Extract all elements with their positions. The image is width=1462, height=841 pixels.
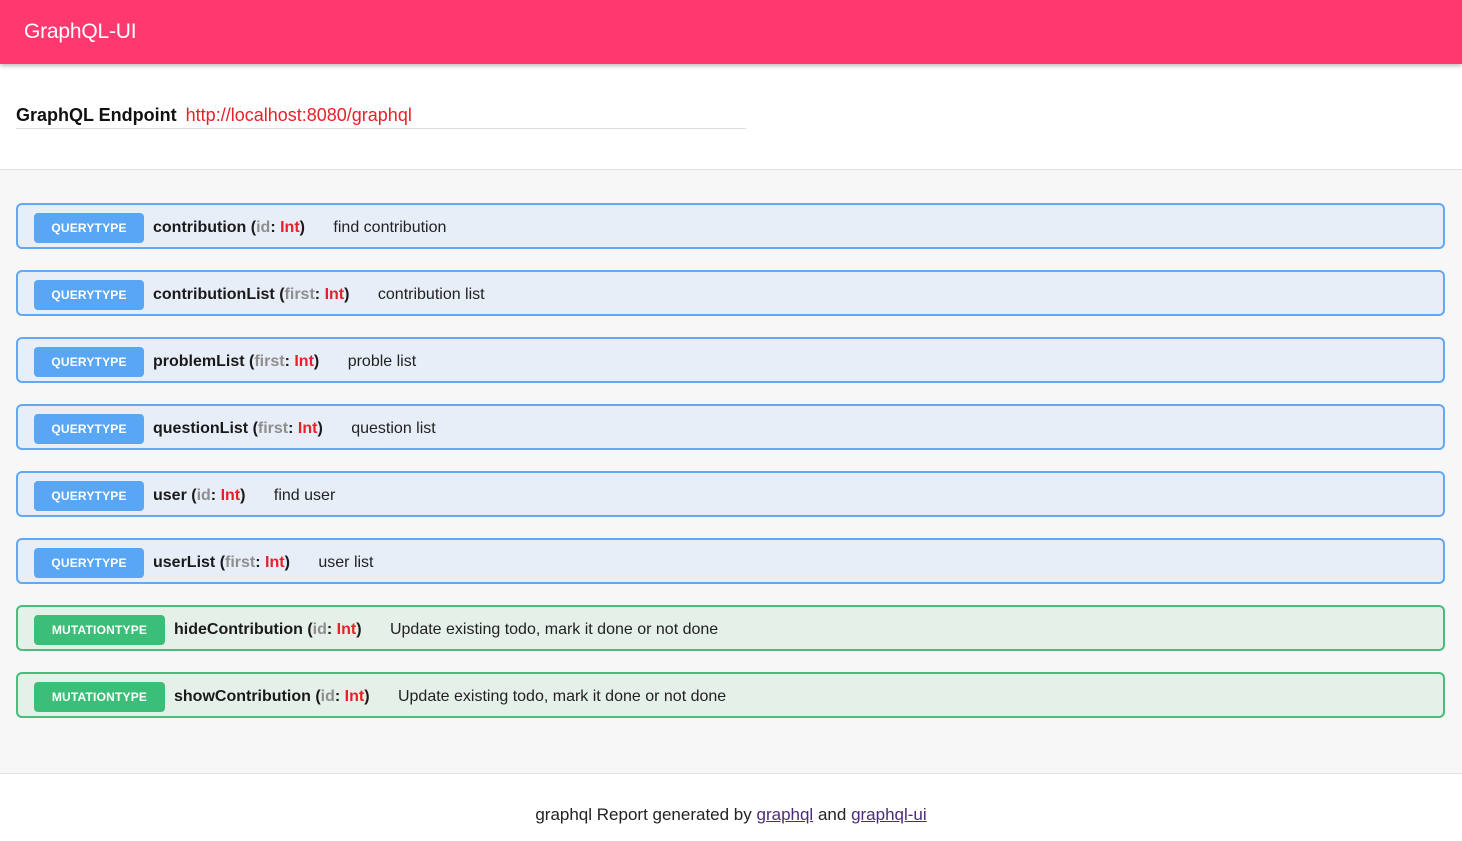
operation-kind-badge: QUERYTYPE (34, 548, 144, 578)
operation-signature: userList (first: Int) user list (153, 554, 374, 571)
operation-description: find user (273, 487, 336, 504)
operation-description: user list (318, 554, 374, 571)
operation-name: user (153, 487, 187, 504)
operation-row[interactable]: QUERYTYPE user (id: Int) find user (16, 471, 1445, 517)
operation-name: contributionList (153, 286, 275, 303)
operation-arg: first (225, 554, 256, 571)
operation-row[interactable]: QUERYTYPE problemList (first: Int) probl… (16, 337, 1445, 383)
operation-description: Update existing todo, mark it done or no… (389, 621, 719, 638)
operation-row[interactable]: QUERYTYPE questionList (first: Int) ques… (16, 404, 1445, 450)
operation-name: userList (153, 554, 216, 571)
operation-arg: first (284, 286, 315, 303)
graphql-ui-link[interactable]: graphql-ui (851, 805, 927, 824)
operation-row[interactable]: MUTATIONTYPE showContribution (id: Int) … (16, 672, 1445, 718)
operation-name: hideContribution (174, 621, 303, 638)
operation-name: showContribution (174, 688, 311, 705)
operation-kind-badge: QUERYTYPE (34, 213, 144, 243)
operation-row[interactable]: QUERYTYPE userList (first: Int) user lis… (16, 538, 1445, 584)
operation-name: problemList (153, 353, 245, 370)
operation-arg-type: Int (294, 353, 314, 370)
operation-arg-type: Int (324, 286, 345, 303)
operation-description: proble list (347, 353, 417, 370)
operation-description: Update existing todo, mark it done or no… (397, 688, 727, 705)
operation-signature: user (id: Int) find user (153, 487, 336, 504)
app-title: GraphQL-UI (24, 20, 137, 43)
operation-signature: questionList (first: Int) question list (153, 420, 436, 437)
operation-arg: id (256, 219, 271, 236)
operation-kind-badge: QUERYTYPE (34, 347, 144, 377)
operation-kind-badge: QUERYTYPE (34, 481, 144, 511)
operation-name: questionList (153, 420, 249, 437)
operation-arg: id (312, 621, 327, 638)
operation-arg-type: Int (220, 487, 241, 504)
operation-arg: id (196, 487, 211, 504)
operation-row[interactable]: MUTATIONTYPE hideContribution (id: Int) … (16, 605, 1445, 651)
endpoint-label: GraphQL Endpoint (16, 105, 177, 125)
operation-row[interactable]: QUERYTYPE contribution (id: Int) find co… (16, 203, 1445, 249)
graphql-link[interactable]: graphql (757, 805, 814, 824)
operation-description: find contribution (333, 219, 447, 236)
operation-signature: contribution (id: Int) find contribution (153, 219, 447, 236)
app-header: GraphQL-UI (0, 0, 1462, 64)
operation-description: question list (351, 420, 436, 437)
operation-kind-badge: MUTATIONTYPE (34, 682, 165, 712)
footer: graphql Report generated by graphql and … (0, 804, 1462, 826)
footer-and: and (817, 805, 847, 824)
endpoint-field[interactable]: GraphQL Endpoint http://localhost:8080/g… (16, 104, 746, 129)
operation-row[interactable]: QUERYTYPE contributionList (first: Int) … (16, 270, 1445, 316)
operation-signature: problemList (first: Int) proble list (153, 353, 417, 370)
endpoint-url[interactable]: http://localhost:8080/graphql (186, 105, 412, 125)
operation-arg: first (254, 353, 285, 370)
operation-arg-type: Int (344, 688, 365, 705)
operation-arg: first (257, 420, 289, 437)
operation-arg: id (320, 688, 335, 705)
operation-signature: contributionList (first: Int) contributi… (153, 286, 485, 303)
operation-kind-badge: QUERYTYPE (34, 414, 144, 444)
operation-description: contribution list (377, 286, 485, 303)
operation-signature: showContribution (id: Int) Update existi… (174, 688, 727, 705)
operation-signature: hideContribution (id: Int) Update existi… (174, 621, 719, 638)
operation-arg-type: Int (336, 621, 357, 638)
operation-kind-badge: MUTATIONTYPE (34, 615, 165, 645)
footer-text: graphql Report generated by (535, 805, 752, 824)
operation-kind-badge: QUERYTYPE (34, 280, 144, 310)
operations-panel: QUERYTYPE contribution (id: Int) find co… (0, 169, 1462, 774)
operation-name: contribution (153, 219, 247, 236)
operation-arg-type: Int (265, 554, 285, 571)
operation-arg-type: Int (297, 420, 318, 437)
operation-arg-type: Int (280, 219, 300, 236)
